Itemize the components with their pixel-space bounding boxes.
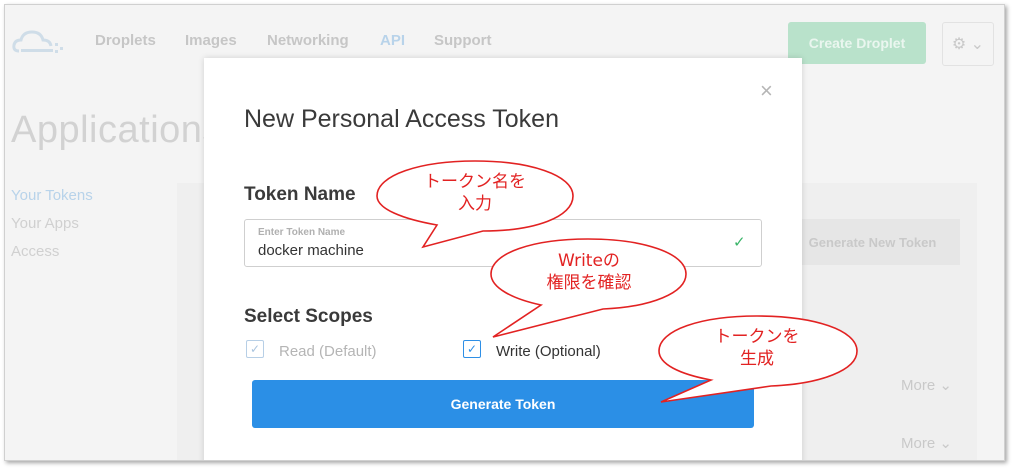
callout-write-text: Writeの 権限を確認 — [546, 251, 632, 293]
token-name-value: docker machine — [258, 242, 364, 259]
select-scopes-heading: Select Scopes — [244, 306, 373, 327]
more-label: More — [901, 377, 936, 394]
nav-support[interactable]: Support — [434, 32, 492, 49]
sidebar-item-your-apps[interactable]: Your Apps — [11, 215, 79, 232]
valid-check-icon: ✓ — [733, 234, 746, 251]
more-toggle[interactable]: More ⌄ — [901, 434, 952, 452]
nav-api[interactable]: API — [380, 32, 405, 49]
token-name-placeholder: Enter Token Name — [258, 227, 346, 238]
close-icon[interactable]: × — [760, 80, 773, 102]
more-label: More — [901, 435, 936, 452]
page-title: Applications — [11, 109, 222, 151]
sidebar-item-access[interactable]: Access — [11, 243, 59, 260]
sidebar-item-your-tokens[interactable]: Your Tokens — [11, 187, 93, 204]
write-scope-label: Write (Optional) — [496, 343, 601, 360]
nav-droplets[interactable]: Droplets — [95, 32, 156, 49]
nav-images[interactable]: Images — [185, 32, 237, 49]
callout-generate-text: トークンを 生成 — [714, 327, 800, 369]
modal-title: New Personal Access Token — [244, 105, 559, 133]
read-scope-checkbox[interactable]: ✓ — [246, 340, 264, 358]
read-scope-label: Read (Default) — [279, 343, 377, 360]
create-droplet-button[interactable]: Create Droplet — [788, 22, 926, 64]
settings-button[interactable]: ⚙︎ ⌄ — [942, 22, 994, 66]
token-name-heading: Token Name — [244, 184, 356, 205]
nav-networking[interactable]: Networking — [267, 32, 349, 49]
app-window: Droplets Images Networking API Support C… — [4, 4, 1005, 461]
callout-name-text: トークン名を 入力 — [424, 172, 526, 214]
gear-icon: ⚙︎ ⌄ — [951, 36, 985, 53]
logo-cloud-icon — [12, 30, 63, 53]
more-toggle[interactable]: More ⌄ — [901, 376, 952, 394]
generate-new-token-button[interactable]: Generate New Token — [785, 219, 960, 265]
write-scope-checkbox[interactable]: ✓ — [463, 340, 481, 358]
